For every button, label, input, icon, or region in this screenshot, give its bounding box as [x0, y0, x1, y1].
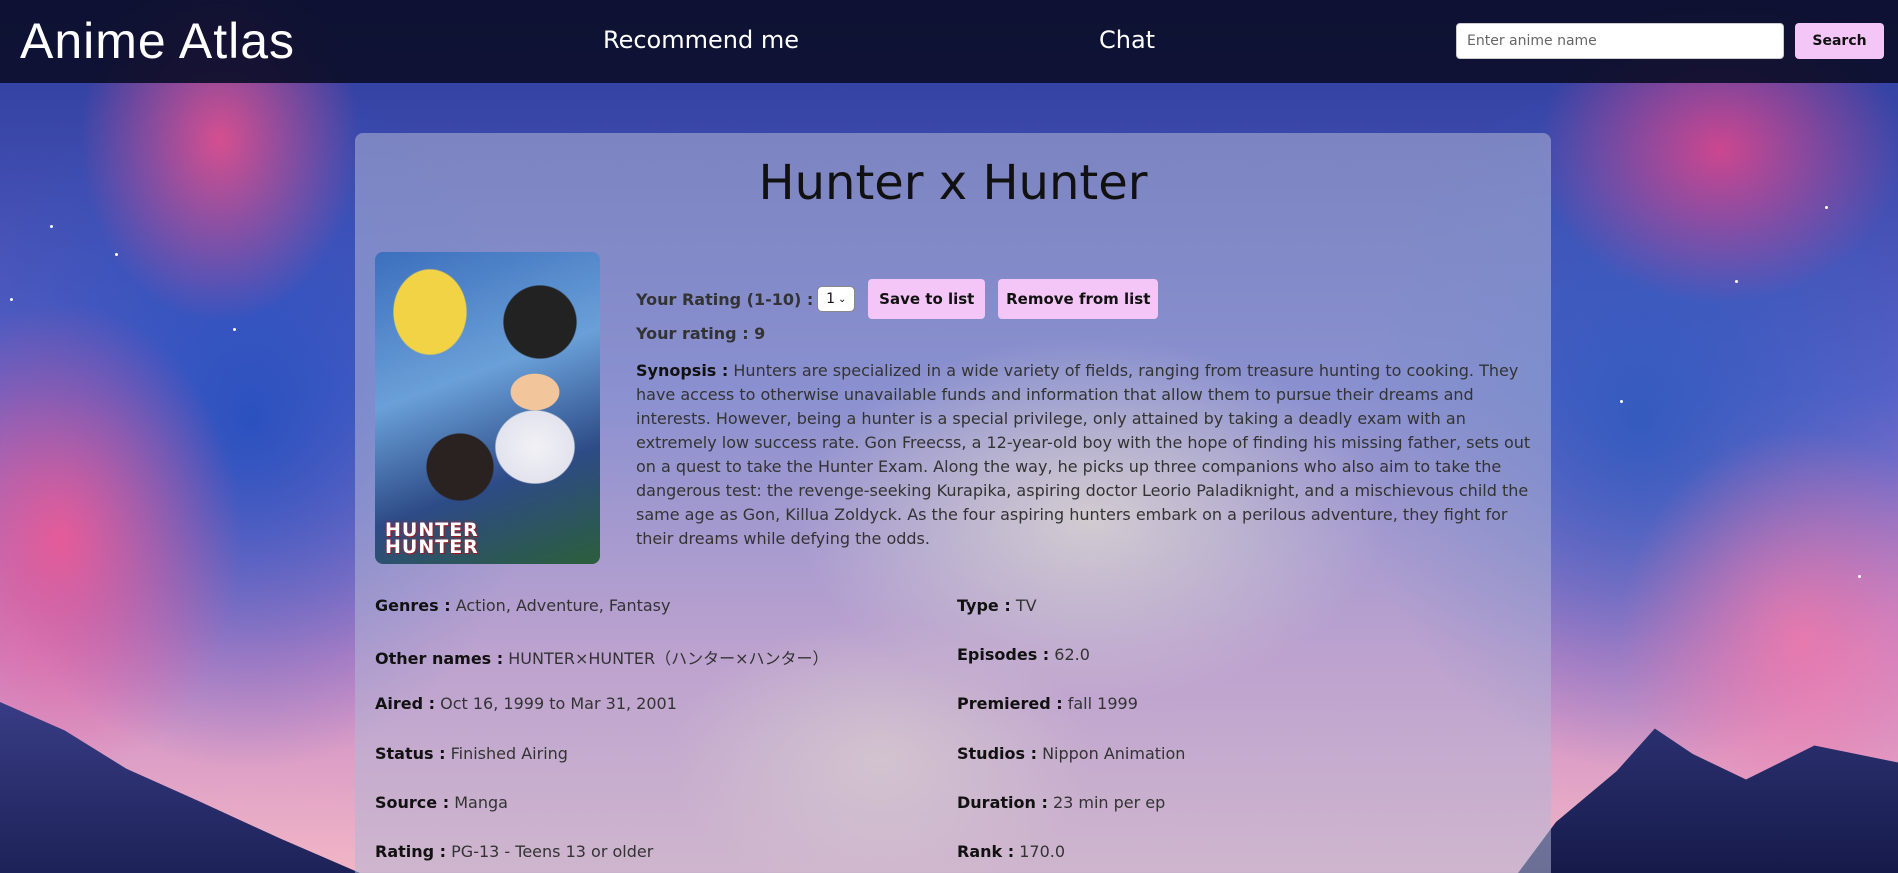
star — [1620, 400, 1623, 403]
info-premiered: Premiered : fall 1999 — [957, 694, 1138, 713]
info-value: Action, Adventure, Fantasy — [455, 596, 671, 615]
info-aired: Aired : Oct 16, 1999 to Mar 31, 2001 — [375, 694, 677, 713]
star — [233, 328, 236, 331]
anime-poster-image: HUNTER HUNTER — [375, 252, 600, 564]
info-value: PG-13 - Teens 13 or older — [451, 842, 654, 861]
info-rank: Rank : 170.0 — [957, 842, 1065, 861]
rating-select-value: 1 — [826, 291, 836, 307]
your-rating-label: Your rating : — [636, 324, 749, 343]
info-label: Aired : — [375, 694, 436, 713]
nav-link-recommend[interactable]: Recommend me — [603, 26, 799, 54]
star — [1858, 575, 1861, 578]
brand-logo[interactable]: Anime Atlas — [20, 12, 295, 70]
info-value: 62.0 — [1054, 645, 1090, 664]
search-input[interactable] — [1456, 23, 1784, 59]
star — [115, 253, 118, 256]
info-type: Type : TV — [957, 596, 1037, 615]
info-label: Duration : — [957, 793, 1048, 812]
info-value: TV — [1015, 596, 1037, 615]
info-rating: Rating : PG-13 - Teens 13 or older — [375, 842, 653, 861]
info-label: Genres : — [375, 596, 451, 615]
info-value: fall 1999 — [1067, 694, 1138, 713]
rating-row: Your Rating (1-10) : 1 ⌄ Save to list Re… — [636, 279, 1159, 319]
remove-from-list-button[interactable]: Remove from list — [998, 279, 1159, 319]
info-value: Manga — [454, 793, 508, 812]
info-label: Status : — [375, 744, 446, 763]
info-label: Episodes : — [957, 645, 1050, 664]
info-label: Rank : — [957, 842, 1015, 861]
info-value: 170.0 — [1019, 842, 1066, 861]
info-label: Studios : — [957, 744, 1037, 763]
info-value: Oct 16, 1999 to Mar 31, 2001 — [440, 694, 677, 713]
info-value: HUNTER×HUNTER（ハンター×ハンター） — [508, 649, 829, 668]
anime-title: Hunter x Hunter — [758, 155, 1148, 211]
your-rating: Your rating : 9 — [636, 324, 765, 343]
nav-link-chat[interactable]: Chat — [1099, 26, 1155, 54]
info-status: Status : Finished Airing — [375, 744, 568, 763]
info-other-names: Other names : HUNTER×HUNTER（ハンター×ハンター） — [375, 645, 829, 669]
info-label: Type : — [957, 596, 1011, 615]
synopsis: Synopsis : Hunters are specialized in a … — [636, 359, 1536, 551]
anime-detail-card: Hunter x Hunter HUNTER HUNTER Your Rating… — [355, 133, 1551, 873]
info-duration: Duration : 23 min per ep — [957, 793, 1165, 812]
info-label: Source : — [375, 793, 450, 812]
search-button[interactable]: Search — [1795, 23, 1884, 59]
star — [50, 225, 53, 228]
your-rating-value: 9 — [754, 324, 766, 343]
info-label: Rating : — [375, 842, 447, 861]
rating-label: Your Rating (1-10) : — [636, 289, 814, 309]
info-label: Premiered : — [957, 694, 1063, 713]
info-value: 23 min per ep — [1052, 793, 1166, 812]
chevron-down-icon: ⌄ — [838, 293, 847, 305]
synopsis-text: Hunters are specialized in a wide variet… — [636, 361, 1531, 548]
mountain-right — [1518, 728, 1898, 873]
info-episodes: Episodes : 62.0 — [957, 645, 1090, 664]
info-label: Other names : — [375, 649, 504, 668]
info-value: Finished Airing — [450, 744, 568, 763]
info-genres: Genres : Action, Adventure, Fantasy — [375, 596, 670, 615]
star — [1825, 206, 1828, 209]
info-studios: Studios : Nippon Animation — [957, 744, 1185, 763]
info-source: Source : Manga — [375, 793, 508, 812]
star — [10, 298, 13, 301]
info-value: Nippon Animation — [1042, 744, 1186, 763]
mountain-left — [0, 702, 360, 873]
poster-logo: HUNTER HUNTER — [385, 519, 479, 558]
top-navbar: Anime Atlas Recommend me Chat Search — [0, 0, 1898, 83]
rating-select[interactable]: 1 ⌄ — [817, 286, 856, 312]
save-to-list-button[interactable]: Save to list — [868, 279, 986, 319]
synopsis-label: Synopsis : — [636, 361, 729, 380]
star — [1735, 280, 1738, 283]
